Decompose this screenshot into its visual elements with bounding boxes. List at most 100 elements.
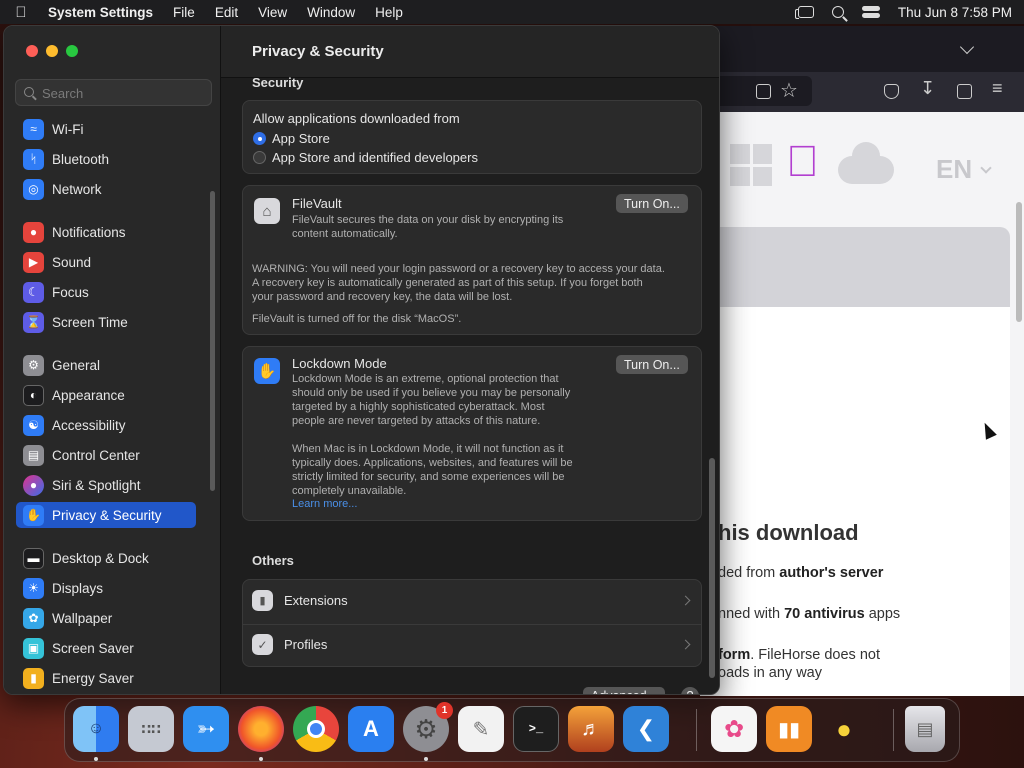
sidebar-item-bluetooth[interactable]: ᛋ Bluetooth [16,146,196,172]
dock-textedit-icon[interactable]: ✎ [458,706,504,752]
profiles-row[interactable]: ✓ Profiles [243,624,701,668]
zoom-window-button[interactable] [66,45,78,57]
sidebar-item-siri-spotlight[interactable]: ● Siri & Spotlight [16,472,196,498]
sidebar-item-energy-saver[interactable]: ▮ Energy Saver [16,665,196,691]
sidebar-item-screen-time[interactable]: ⌛ Screen Time [16,309,196,335]
menu-view[interactable]: View [258,5,287,20]
downloads-icon[interactable]: ↧ [920,78,935,99]
gear-icon: ⚙ [23,354,44,376]
dock-chrome-icon[interactable] [293,706,339,752]
extensions-row[interactable]: ▮ Extensions [243,580,701,624]
lockdown-hand-icon: ✋ [254,358,280,384]
dock-cyberduck-icon[interactable]: ● [821,706,867,752]
radio-identified-developers[interactable] [253,151,266,164]
filevault-card: ⌂ FileVault FileVault secures the data o… [242,185,702,335]
filevault-turn-on-button[interactable]: Turn On... [616,194,688,213]
reader-view-icon[interactable] [756,84,771,99]
hourglass-icon: ⌛ [23,311,44,333]
screen-saver-icon: ▣ [23,637,44,659]
radio-app-store-label[interactable]: App Store [272,131,330,146]
pocket-icon[interactable] [884,84,899,99]
windows-logo-icon[interactable] [730,144,772,186]
sidebar-item-desktop-dock[interactable]: ▬ Desktop & Dock [16,545,196,571]
download-info-line: ded from author's server [718,565,884,581]
lockdown-turn-on-button[interactable]: Turn On... [616,355,688,374]
sidebar-item-general[interactable]: ⚙ General [16,352,196,378]
extensions-icon[interactable] [957,84,972,99]
dock-running-indicator [94,757,98,761]
dock-safari-icon[interactable]: ➳ [183,706,229,752]
bell-icon: ● [23,221,44,243]
learn-more-link[interactable]: Learn more... [292,498,357,510]
close-window-button[interactable] [26,45,38,57]
sidebar-scrollbar[interactable] [210,191,215,491]
lockdown-title: Lockdown Mode [292,356,387,371]
sidebar-item-focus[interactable]: ☾ Focus [16,279,196,305]
profiles-chevron-icon [680,639,691,650]
sidebar-item-wifi[interactable]: ≈ Wi-Fi [16,116,196,142]
dock-system-settings-icon[interactable]: ⚙ 1 [403,702,453,752]
download-info-line: nned with 70 antivirus apps [718,606,901,622]
apple-logo-icon[interactable]:  [786,140,819,184]
page-title: Privacy & Security [252,43,384,60]
dock-vscode-icon[interactable]: ❮ [623,706,669,752]
search-icon [24,87,34,97]
siri-icon: ● [23,474,44,496]
control-center-icon[interactable] [861,5,880,19]
search-input[interactable] [42,84,202,102]
sidebar-item-accessibility[interactable]: ☯ Accessibility [16,412,196,438]
dock-running-indicator [259,757,263,761]
sidebar-item-screen-saver[interactable]: ▣ Screen Saver [16,635,196,661]
main-header: Privacy & Security [221,26,719,78]
dock-firefox-icon[interactable] [238,706,284,752]
apple-menu-icon[interactable]:  [12,4,30,21]
minimize-window-button[interactable] [46,45,58,57]
menu-window[interactable]: Window [307,5,355,20]
bookmark-star-icon[interactable]: ☆ [780,78,798,103]
dock-app-store-icon[interactable]: A [348,706,394,752]
menu-file[interactable]: File [173,5,195,20]
browser-tab-bar [700,26,1024,72]
sidebar-item-wallpaper[interactable]: ✿ Wallpaper [16,605,196,631]
sidebar-item-appearance[interactable]: ◐ Appearance [16,382,196,408]
extensions-chevron-icon [680,595,691,606]
sidebar-item-privacy-security[interactable]: ✋ Privacy & Security [16,502,196,528]
others-section-label: Others [252,553,294,568]
browser-window: ☆ ↧ ≡  EN his download ded from author'… [700,26,1024,696]
browser-scrollbar[interactable] [1016,202,1022,322]
download-info-line: oads in any way [718,665,822,681]
menu-help[interactable]: Help [375,5,403,20]
dock-garageband-icon[interactable]: ♬ [568,706,614,752]
sidebar-item-sound[interactable]: ▶ Sound [16,249,196,275]
globe-icon: ◎ [23,178,44,200]
menu-edit[interactable]: Edit [215,5,238,20]
extensions-puzzle-icon: ▮ [252,590,273,611]
menu-clock[interactable]: Thu Jun 8 7:58 PM [898,5,1012,20]
dock-photos-icon[interactable]: ✿ [711,706,757,752]
sidebar-item-control-center[interactable]: ▤ Control Center [16,442,196,468]
menu-hamburger-icon[interactable]: ≡ [992,78,1003,99]
sidebar-search[interactable] [15,79,212,106]
tab-list-chevron-icon[interactable] [959,39,975,55]
stage-manager-icon[interactable] [794,6,814,19]
cloud-icon[interactable] [838,142,894,184]
radio-app-store[interactable] [253,132,266,145]
dock-trash-icon[interactable]: ▤ [905,706,945,752]
advanced-button[interactable]: Advanced... [583,687,666,694]
dock-finder-icon[interactable]: ☺ [73,706,119,752]
sidebar-item-notifications[interactable]: ● Notifications [16,219,196,245]
dock-terminal-icon[interactable]: >_ [513,706,559,752]
sidebar-item-network[interactable]: ◎ Network [16,176,196,202]
allow-apps-card: Allow applications downloaded from App S… [242,100,702,174]
dock-books-icon[interactable]: ▮▮ [766,706,812,752]
language-selector[interactable]: EN [936,154,972,185]
browser-content:  EN his download ded from author's serv… [700,112,1024,696]
dock-launchpad-icon[interactable]: ∷∷ [128,706,174,752]
main-scrollbar[interactable] [709,458,715,678]
speaker-icon: ▶ [23,251,44,273]
radio-identified-developers-label[interactable]: App Store and identified developers [272,150,478,165]
menu-app-name[interactable]: System Settings [48,5,153,20]
spotlight-search-icon[interactable] [831,6,844,18]
sidebar-item-displays[interactable]: ☀ Displays [16,575,196,601]
help-button[interactable]: ? [681,687,699,694]
